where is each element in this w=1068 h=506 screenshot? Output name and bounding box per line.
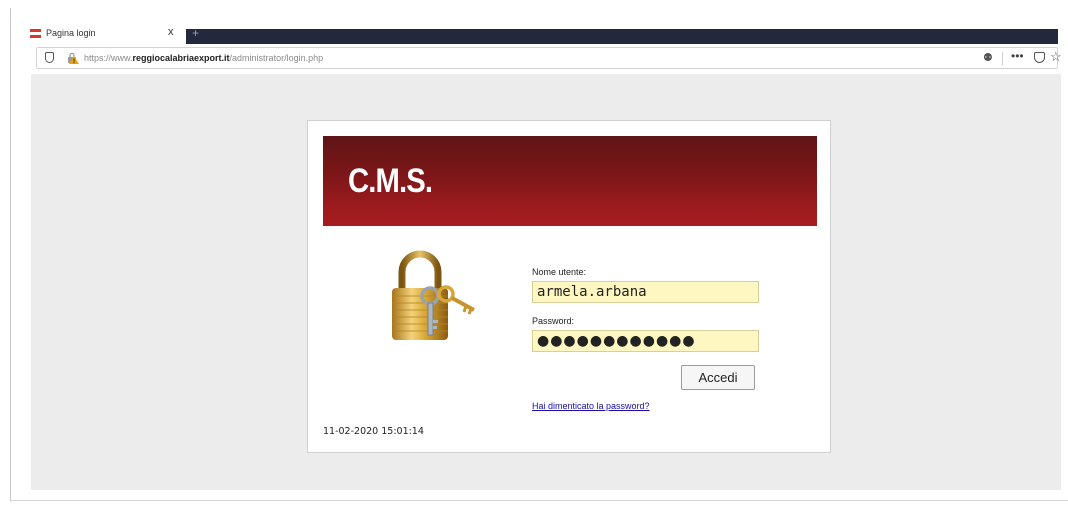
toolbar-separator — [1002, 52, 1003, 65]
favicon-icon — [30, 28, 41, 38]
window-bottom-border — [10, 500, 1068, 501]
tab-strip: Pagina login x + — [26, 20, 1068, 46]
password-label: Password: — [532, 316, 575, 326]
banner-title: C.M.S. — [348, 162, 433, 200]
accedi-button[interactable]: Accedi — [681, 365, 755, 390]
login-panel: C.M.S. Nome utente: armela.arbana Passwo… — [307, 120, 831, 453]
pocket-icon[interactable] — [1034, 52, 1045, 63]
lightbulb-icon[interactable]: ⚉ — [983, 51, 993, 64]
username-label: Nome utente: — [532, 267, 587, 277]
page-viewport: C.M.S. Nome utente: armela.arbana Passwo… — [31, 74, 1061, 490]
tab-title: Pagina login — [46, 28, 96, 38]
window-left-border — [10, 8, 11, 502]
padlock-keys-icon — [392, 250, 475, 340]
tracking-protection-icon[interactable] — [45, 52, 54, 63]
server-timestamp: 11-02-2020 15:01:14 — [323, 426, 424, 437]
username-field[interactable]: armela.arbana — [532, 281, 759, 303]
tab-bar-background: + — [186, 26, 1058, 44]
insecure-lock-icon[interactable] — [67, 52, 79, 64]
cms-banner: C.M.S. — [323, 136, 817, 226]
new-tab-button[interactable]: + — [192, 26, 199, 40]
tab-pagina-login[interactable]: Pagina login x — [26, 20, 186, 46]
password-field[interactable]: ●●●●●●●●●●●● — [532, 330, 759, 352]
url-text[interactable]: https://www.reggiocalabriaexport.it/admi… — [84, 53, 323, 63]
address-bar[interactable]: https://www.reggiocalabriaexport.it/admi… — [36, 47, 1062, 69]
forgot-password-link[interactable]: Hai dimenticato la password? — [532, 401, 650, 411]
close-tab-icon[interactable]: x — [168, 26, 174, 38]
bookmark-star-icon[interactable]: ☆ — [1050, 49, 1062, 65]
page-actions-menu-icon[interactable]: ••• — [1011, 49, 1024, 63]
